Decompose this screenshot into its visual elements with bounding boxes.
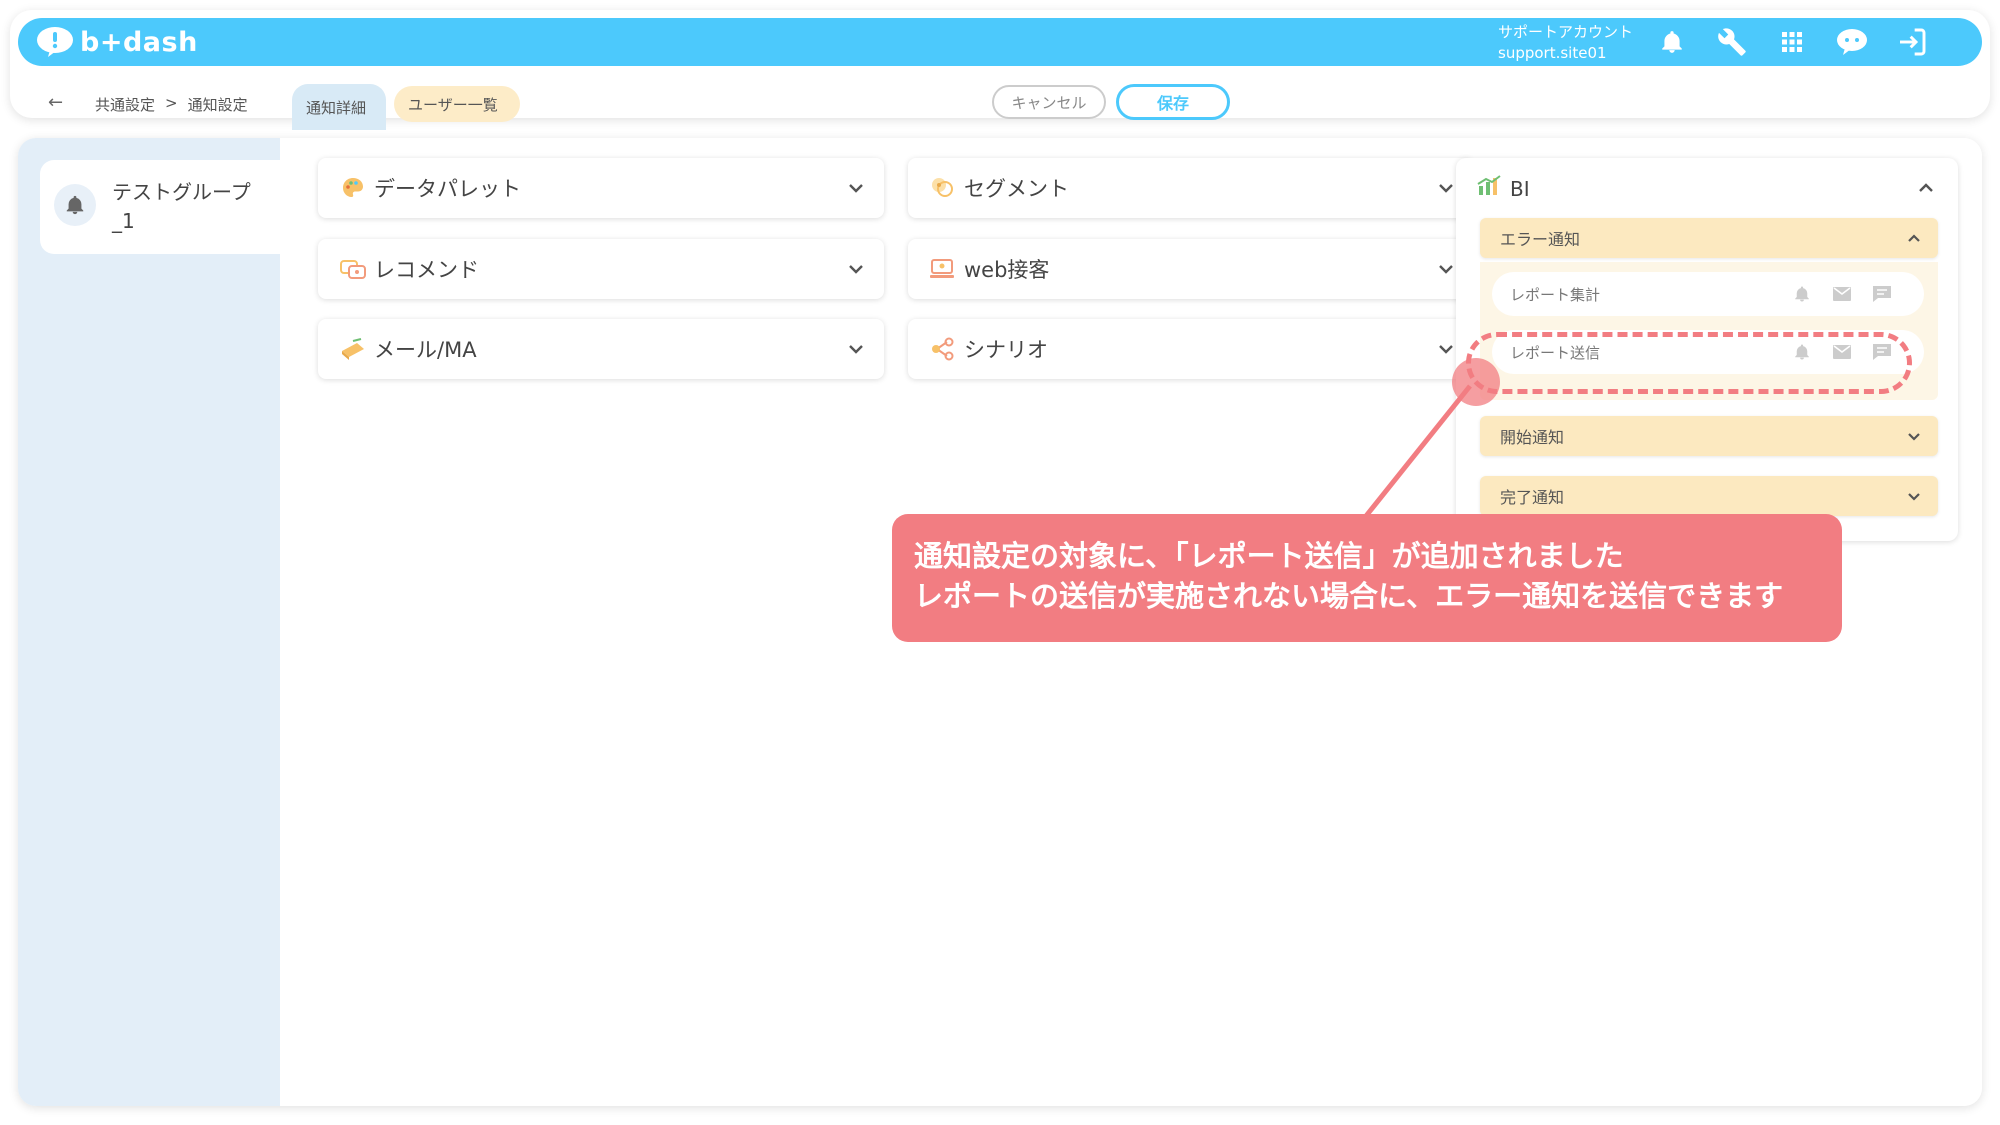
scenario-icon bbox=[928, 334, 958, 364]
chevron-down-icon[interactable] bbox=[1900, 422, 1928, 450]
tab-notification-detail[interactable]: 通知詳細 bbox=[292, 84, 386, 130]
logo-text: b+dash bbox=[80, 26, 198, 58]
category-label: web接客 bbox=[964, 258, 1050, 282]
category-label: セグメント bbox=[964, 177, 1069, 201]
accordion-complete-notification[interactable]: 完了通知 bbox=[1480, 476, 1938, 516]
wrench-icon[interactable] bbox=[1714, 24, 1750, 60]
category-card[interactable]: メール/MA bbox=[318, 319, 884, 379]
bi-title: BI bbox=[1510, 176, 1530, 201]
support-chat-icon[interactable] bbox=[1834, 24, 1870, 60]
app-logo[interactable]: b+dash bbox=[36, 24, 198, 60]
category-label: データパレット bbox=[374, 177, 521, 201]
category-label: シナリオ bbox=[964, 338, 1048, 362]
mail-ma-icon bbox=[338, 334, 368, 364]
callout-box: 通知設定の対象に、「レポート送信」が追加されました レポートの送信が実施されない… bbox=[892, 514, 1842, 642]
category-label: メール/MA bbox=[374, 338, 477, 362]
logo-bubble-icon bbox=[36, 26, 74, 58]
top-navbar: b+dash サポートアカウント support.site01 bbox=[18, 18, 1982, 66]
bi-chart-icon bbox=[1476, 174, 1502, 203]
breadcrumb-item: 通知設定 bbox=[187, 96, 248, 114]
breadcrumb: 共通設定 > 通知設定 bbox=[95, 94, 248, 115]
bi-header[interactable]: BI bbox=[1476, 174, 1530, 203]
accordion-start-notification[interactable]: 開始通知 bbox=[1480, 416, 1938, 456]
category-card[interactable]: シナリオ bbox=[908, 319, 1474, 379]
chevron-up-icon[interactable] bbox=[1900, 224, 1928, 252]
chevron-down-icon[interactable] bbox=[836, 168, 876, 208]
item-label: レポート集計 bbox=[1510, 285, 1601, 304]
category-label: レコメンド bbox=[374, 258, 479, 282]
callout-line-2: レポートの送信が実施されない場合に、エラー通知を送信できます bbox=[914, 579, 1784, 613]
mail-icon[interactable] bbox=[1830, 282, 1854, 306]
bell-icon bbox=[54, 184, 96, 226]
bell-icon[interactable] bbox=[1654, 24, 1690, 60]
account-info[interactable]: サポートアカウント support.site01 bbox=[1498, 22, 1633, 64]
logout-icon[interactable] bbox=[1894, 24, 1930, 60]
account-label: サポートアカウント bbox=[1498, 23, 1634, 41]
chat-icon[interactable] bbox=[1870, 282, 1894, 306]
chevron-down-icon[interactable] bbox=[836, 329, 876, 369]
category-card[interactable]: データパレット bbox=[318, 158, 884, 218]
save-button[interactable]: 保存 bbox=[1116, 84, 1230, 120]
app-header: b+dash サポートアカウント support.site01 ← 共通設定 >… bbox=[10, 10, 1990, 130]
tab-user-list[interactable]: ユーザー一覧 bbox=[394, 86, 520, 122]
chevron-down-icon[interactable] bbox=[836, 249, 876, 289]
grid-icon[interactable] bbox=[1774, 24, 1810, 60]
group-item[interactable]: テストグループ_1 bbox=[40, 160, 280, 254]
account-id: support.site01 bbox=[1498, 44, 1607, 62]
accordion-label: 完了通知 bbox=[1500, 488, 1565, 507]
callout-line-1: 通知設定の対象に、「レポート送信」が追加されました bbox=[914, 539, 1624, 573]
group-sidebar: テストグループ_1 bbox=[18, 138, 280, 1106]
cancel-button[interactable]: キャンセル bbox=[992, 85, 1106, 119]
back-arrow-icon[interactable]: ← bbox=[48, 92, 63, 113]
recommend-icon bbox=[338, 254, 368, 284]
category-card[interactable]: セグメント bbox=[908, 158, 1474, 218]
accordion-error-notification[interactable]: エラー通知 bbox=[1480, 218, 1938, 258]
notify-method-icons bbox=[1790, 282, 1894, 306]
bell-icon[interactable] bbox=[1790, 282, 1814, 306]
category-card[interactable]: web接客 bbox=[908, 239, 1474, 299]
group-name: テストグループ_1 bbox=[112, 180, 251, 233]
highlight-ring bbox=[1466, 332, 1912, 394]
palette-icon bbox=[338, 173, 368, 203]
highlight-dot bbox=[1452, 358, 1500, 406]
accordion-label: エラー通知 bbox=[1500, 230, 1581, 249]
accordion-label: 開始通知 bbox=[1500, 428, 1565, 447]
sub-toolbar: ← 共通設定 > 通知設定 通知詳細 ユーザー一覧 キャンセル 保存 bbox=[20, 78, 1980, 130]
web-service-icon bbox=[928, 254, 958, 284]
category-card[interactable]: レコメンド bbox=[318, 239, 884, 299]
segment-icon bbox=[928, 173, 958, 203]
chevron-up-icon[interactable] bbox=[1908, 170, 1944, 206]
breadcrumb-item[interactable]: 共通設定 bbox=[95, 94, 155, 115]
breadcrumb-separator: > bbox=[165, 94, 178, 112]
chevron-down-icon[interactable] bbox=[1900, 482, 1928, 510]
list-item[interactable]: レポート集計 bbox=[1492, 272, 1924, 316]
